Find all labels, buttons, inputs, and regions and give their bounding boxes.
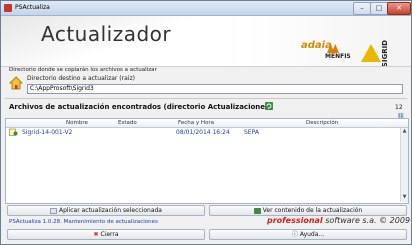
view-contents-icon xyxy=(253,207,261,214)
view-contents-button[interactable]: Ver contenido de la actualización xyxy=(209,205,407,216)
column-header-name[interactable]: Nombre xyxy=(66,120,88,126)
cell-name: Sigrid-14-001-V2 xyxy=(22,129,73,136)
view-contents-label: Ver contenido de la actualización xyxy=(262,207,363,214)
brand-professional: professional xyxy=(267,216,323,225)
column-header-datetime[interactable]: Fecha y Hora xyxy=(178,120,214,126)
update-file-icon xyxy=(9,128,18,136)
adaia-logo: adaia xyxy=(301,40,332,51)
close-label: Cierra xyxy=(100,231,119,238)
scroll-up-icon[interactable]: ▲ xyxy=(402,129,407,134)
brand-logos: adaia MENFIS SIGRID xyxy=(297,38,411,67)
title-bar[interactable]: PSActualiza – □ ✕ xyxy=(1,1,411,16)
apply-icon xyxy=(50,207,57,214)
column-header-state[interactable]: Estado xyxy=(118,120,137,126)
table-header: Nombre Estado Fecha y Hora Descripción xyxy=(6,119,408,128)
scroll-down-icon[interactable]: ▼ xyxy=(402,195,407,200)
divider xyxy=(5,98,407,99)
sigrid-logo: SIGRID xyxy=(359,38,405,67)
help-icon: ⓘ xyxy=(291,231,298,238)
help-label: Ayuda... xyxy=(299,231,325,238)
close-button[interactable]: ✖ Cierra xyxy=(7,229,205,240)
close-icon: ✖ xyxy=(93,231,99,238)
help-button[interactable]: ⓘ Ayuda... xyxy=(209,229,407,240)
apply-update-button[interactable]: Aplicar actualización seleccionada xyxy=(7,205,205,216)
company-brand: professional software s.a. © 2009 xyxy=(267,216,410,225)
close-window-button[interactable]: ✕ xyxy=(387,2,411,15)
window-title: PSActualiza xyxy=(15,4,50,11)
app-window: PSActualiza – □ ✕ Actualizador adaia MEN… xyxy=(0,0,412,245)
files-table: Nombre Estado Fecha y Hora Descripción S… xyxy=(5,118,409,204)
app-icon xyxy=(4,4,12,12)
files-section-title: Archivos de actualización encontrados (d… xyxy=(9,103,273,111)
header-banner: Actualizador adaia MENFIS SIGRID xyxy=(1,16,411,67)
destination-label: Directorio destino a actualizar (raiz) xyxy=(27,75,135,82)
table-row[interactable]: Sigrid-14-001-V2 08/01/2014 16:24 SEPA xyxy=(6,128,400,137)
refresh-icon[interactable] xyxy=(265,102,273,110)
destination-path-input[interactable]: C:\AppProsoft\Sigrid3 xyxy=(27,84,403,94)
home-folder-icon xyxy=(9,76,23,90)
version-text: PSActualiza 1.0.28. Mantenimiento de act… xyxy=(9,219,158,225)
cell-datetime: 08/01/2014 16:24 xyxy=(176,129,230,136)
sigrid-logo-text: SIGRID xyxy=(381,40,389,67)
apply-update-label: Aplicar actualización seleccionada xyxy=(59,207,162,214)
sigrid-logo-icon xyxy=(361,44,381,62)
destination-group-label: Directorio donde se copiarán los archivo… xyxy=(9,67,157,73)
page-title: Actualizador xyxy=(41,22,172,46)
maximize-button[interactable]: □ xyxy=(370,2,388,15)
cell-description: SEPA xyxy=(244,129,259,136)
table-scrollbar[interactable]: ▲ ▼ xyxy=(400,128,408,202)
destination-group: Directorio donde se copiarán los archivo… xyxy=(5,67,407,95)
brand-year: © 2009 xyxy=(376,216,411,225)
files-count: 12 xyxy=(395,104,403,111)
brand-software: software s.a. xyxy=(322,216,377,225)
column-header-description[interactable]: Descripción xyxy=(306,120,338,126)
menfis-logo: MENFIS xyxy=(325,53,351,60)
minimize-button[interactable]: – xyxy=(353,2,371,15)
